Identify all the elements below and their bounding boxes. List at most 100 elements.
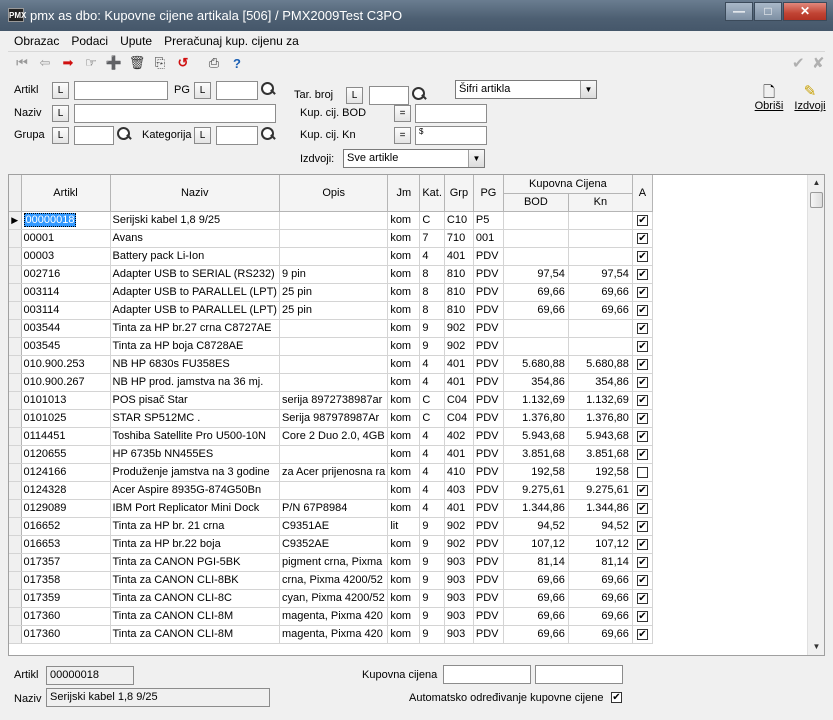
kup-cij-bod-input[interactable] [415, 104, 487, 123]
copy-icon[interactable]: ⎘ [150, 54, 170, 72]
cell-jm[interactable]: kom [387, 373, 421, 392]
cell-naziv[interactable]: Tinta za HP br.27 crna C8727AE [110, 319, 280, 338]
table-row[interactable]: 0114451 Toshiba Satellite Pro U500-10N Cor… [9, 427, 653, 446]
cell-jm[interactable]: kom [387, 553, 421, 572]
col-kat[interactable]: Kat. [419, 175, 445, 212]
cell-opis[interactable]: C9352AE [279, 535, 389, 554]
delete-icon[interactable]: 🗑 [127, 54, 147, 72]
cell-opis[interactable] [279, 373, 389, 392]
cell-opis[interactable]: crna, Pixma 4200/52 [279, 571, 389, 590]
cell-a[interactable]: ✔ [632, 499, 653, 518]
cell-grp[interactable]: 410 [444, 463, 474, 482]
previous-record-icon[interactable]: ⇦ [35, 54, 55, 72]
cell-bod[interactable] [503, 337, 569, 356]
table-row[interactable]: 0101025 STAR SP512MC . Serija 987978987Ar k… [9, 409, 653, 428]
obrisi-button[interactable]: 🗋 Obriši [752, 82, 786, 112]
cell-opis[interactable]: 9 pin [279, 265, 389, 284]
print-icon[interactable]: ⎙ [204, 54, 224, 72]
auto-cijena-checkbox[interactable]: ✔ [611, 692, 622, 703]
cell-grp[interactable]: 401 [444, 247, 474, 266]
cell-jm[interactable]: kom [387, 625, 421, 644]
cell-naziv[interactable]: Serijski kabel 1,8 9/25 [110, 211, 280, 230]
cell-jm[interactable]: kom [387, 535, 421, 554]
tar-broj-lookup-button[interactable]: L [346, 87, 363, 104]
cell-artikl[interactable]: 0124166 [21, 463, 111, 482]
menu-obrazac[interactable]: Obrazac [8, 34, 65, 48]
cell-opis[interactable] [279, 247, 389, 266]
cell-grp[interactable]: 402 [444, 427, 474, 446]
cell-naziv[interactable]: Acer Aspire 8935G-874G50Bn [110, 481, 280, 500]
cell-pg[interactable]: PDV [473, 535, 504, 554]
active-checkbox[interactable]: ✔ [636, 556, 648, 568]
cell-opis[interactable]: C9351AE [279, 517, 389, 536]
cell-kn[interactable]: 1.376,80 [568, 409, 633, 428]
cell-kn[interactable]: 1.344,86 [568, 499, 633, 518]
cell-jm[interactable]: kom [387, 589, 421, 608]
cell-grp[interactable]: 810 [444, 283, 474, 302]
active-checkbox[interactable]: ✔ [636, 430, 648, 442]
table-row[interactable]: 017360 Tinta za CANON CLI-8M magenta, Pixm… [9, 625, 653, 644]
cell-bod[interactable]: 81,14 [503, 553, 569, 572]
artikl-lookup-button[interactable]: L [52, 82, 69, 99]
grupa-input[interactable] [74, 126, 114, 145]
kategorija-input[interactable] [216, 126, 258, 145]
tar-broj-input[interactable] [369, 86, 409, 105]
sifri-artikla-select[interactable]: Šifri artikla ▼ [455, 80, 597, 99]
cell-jm[interactable]: kom [387, 319, 421, 338]
cell-bod[interactable]: 1.132,69 [503, 391, 569, 410]
active-checkbox[interactable]: ✔ [636, 250, 648, 262]
cell-bod[interactable]: 354,86 [503, 373, 569, 392]
cell-kat[interactable]: 4 [419, 463, 445, 482]
table-row[interactable]: 003544 Tinta za HP br.27 crna C8727AE kom 9… [9, 319, 653, 338]
cell-naziv[interactable]: HP 6735b NN455ES [110, 445, 280, 464]
cell-artikl[interactable]: 003545 [21, 337, 111, 356]
cell-grp[interactable]: 902 [444, 337, 474, 356]
cell-artikl[interactable]: 010.900.253 [21, 355, 111, 374]
cell-grp[interactable]: 401 [444, 355, 474, 374]
cell-opis[interactable]: Serija 987978987Ar [279, 409, 389, 428]
cell-jm[interactable]: kom [387, 571, 421, 590]
kategorija-search-icon[interactable] [259, 126, 277, 144]
cell-a[interactable]: ✔ [632, 247, 653, 266]
cell-opis[interactable]: Core 2 Duo 2.0, 4GB [279, 427, 389, 446]
active-checkbox[interactable]: ✔ [636, 592, 648, 604]
cell-naziv[interactable]: Produženje jamstva na 3 godine [110, 463, 280, 482]
active-checkbox[interactable]: ✔ [636, 286, 648, 298]
active-checkbox[interactable]: ✔ [636, 214, 648, 226]
cell-jm[interactable]: kom [387, 391, 421, 410]
cell-naziv[interactable]: Tinta za CANON CLI-8C [110, 589, 280, 608]
cell-bod[interactable]: 107,12 [503, 535, 569, 554]
cell-pg[interactable]: P5 [473, 211, 504, 230]
cell-a[interactable]: ✔ [632, 283, 653, 302]
cell-naziv[interactable]: Battery pack Li-Ion [110, 247, 280, 266]
cell-jm[interactable]: kom [387, 211, 421, 230]
table-row[interactable]: 016653 Tinta za HP br.22 boja C9352AE kom 9 9… [9, 535, 653, 554]
cell-kat[interactable]: 4 [419, 427, 445, 446]
cell-kat[interactable]: 9 [419, 589, 445, 608]
cell-a[interactable]: ✔ [632, 355, 653, 374]
cell-bod[interactable]: 9.275,61 [503, 481, 569, 500]
cell-kn[interactable]: 69,66 [568, 625, 633, 644]
active-checkbox[interactable]: ✔ [636, 322, 648, 334]
active-checkbox[interactable]: ✔ [636, 376, 648, 388]
col-pg[interactable]: PG [473, 175, 504, 212]
cell-grp[interactable]: 401 [444, 373, 474, 392]
cell-a[interactable] [632, 463, 653, 482]
active-checkbox[interactable]: ✔ [636, 520, 648, 532]
table-row[interactable]: 0101013 POS pisač Star serija 8972738987ar… [9, 391, 653, 410]
cell-kat[interactable]: 9 [419, 319, 445, 338]
cell-naziv[interactable]: NB HP 6830s FU358ES [110, 355, 280, 374]
cell-kat[interactable]: 9 [419, 571, 445, 590]
cell-artikl[interactable]: 0114451 [21, 427, 111, 446]
cell-grp[interactable]: C04 [444, 391, 474, 410]
table-row[interactable]: 017357 Tinta za CANON PGI-5BK pigment crna… [9, 553, 653, 572]
cell-opis[interactable]: za Acer prijenosna ra [279, 463, 389, 482]
cell-a[interactable]: ✔ [632, 301, 653, 320]
cell-bod[interactable] [503, 247, 569, 266]
cell-grp[interactable]: 401 [444, 445, 474, 464]
cell-artikl[interactable]: 002716 [21, 265, 111, 284]
cell-opis[interactable]: magenta, Pixma 420 [279, 607, 389, 626]
cell-kat[interactable]: 9 [419, 337, 445, 356]
cell-a[interactable]: ✔ [632, 607, 653, 626]
cell-naziv[interactable]: Adapter USB to PARALLEL (LPT) [110, 283, 280, 302]
